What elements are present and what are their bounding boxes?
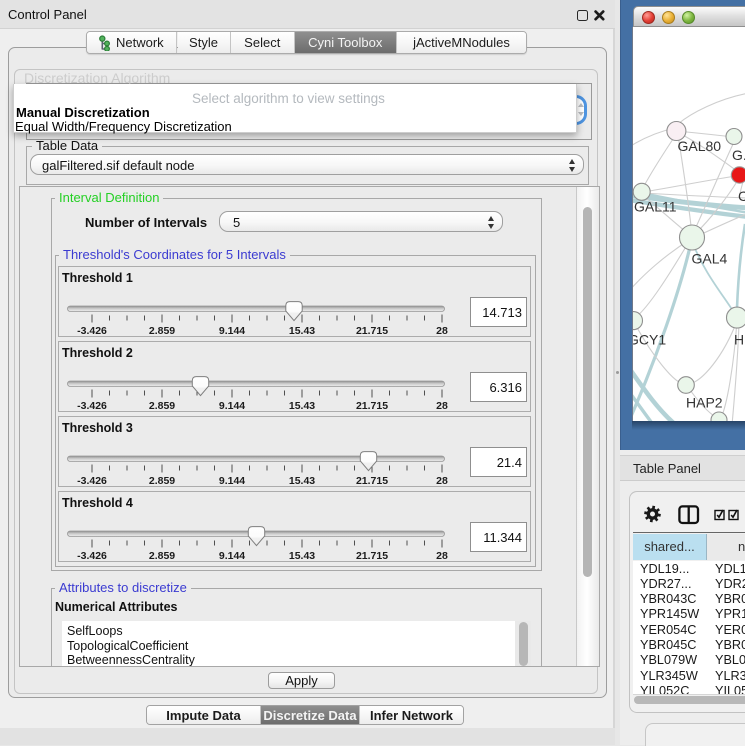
svg-text:9.144: 9.144	[219, 475, 245, 487]
svg-text:21.715: 21.715	[356, 475, 388, 487]
svg-text:-3.426: -3.426	[77, 325, 107, 337]
svg-text:21.715: 21.715	[356, 325, 388, 337]
svg-text:9.144: 9.144	[219, 550, 245, 562]
svg-text:2.859: 2.859	[149, 475, 175, 487]
svg-text:G.: G.	[732, 147, 745, 163]
svg-text:28: 28	[436, 400, 448, 412]
svg-text:GAL11: GAL11	[634, 199, 677, 215]
svg-text:15.43: 15.43	[289, 325, 315, 337]
svg-text:9.144: 9.144	[219, 400, 245, 412]
svg-text:21.715: 21.715	[356, 550, 388, 562]
svg-text:2.859: 2.859	[149, 400, 175, 412]
svg-text:-3.426: -3.426	[77, 400, 107, 412]
svg-text:2.859: 2.859	[149, 550, 175, 562]
svg-text:HAP2: HAP2	[686, 395, 723, 411]
svg-text:28: 28	[436, 550, 448, 562]
svg-text:-3.426: -3.426	[77, 475, 107, 487]
svg-text:H: H	[734, 332, 744, 348]
svg-text:-3.426: -3.426	[77, 550, 107, 562]
svg-text:2.859: 2.859	[149, 325, 175, 337]
svg-text:28: 28	[436, 325, 448, 337]
svg-text:GCY1: GCY1	[632, 332, 666, 348]
svg-text:15.43: 15.43	[289, 400, 315, 412]
svg-text:GAL4: GAL4	[692, 251, 728, 267]
svg-text:15.43: 15.43	[289, 550, 315, 562]
svg-text:15.43: 15.43	[289, 475, 315, 487]
svg-text:21.715: 21.715	[356, 400, 388, 412]
svg-text:C: C	[738, 188, 745, 204]
svg-text:GAL80: GAL80	[678, 138, 722, 154]
svg-text:9.144: 9.144	[219, 325, 245, 337]
svg-text:28: 28	[436, 475, 448, 487]
